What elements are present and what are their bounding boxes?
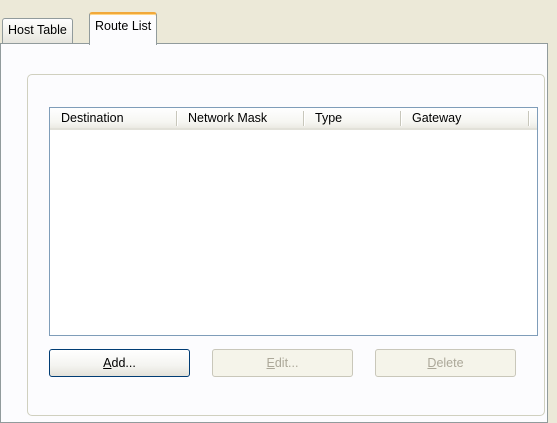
add-button[interactable]: Add... xyxy=(49,349,190,377)
route-list-view[interactable]: Destination Network Mask Type Gateway xyxy=(49,107,538,336)
column-header-type[interactable]: Type xyxy=(304,108,401,130)
column-header-label: Type xyxy=(315,111,343,125)
tab-strip: Host Table Route List xyxy=(0,0,557,45)
edit-button-mnemonic: E xyxy=(266,356,275,370)
route-list-body[interactable] xyxy=(50,130,537,335)
add-button-label: dd... xyxy=(111,356,136,370)
column-header-destination[interactable]: Destination xyxy=(50,108,177,130)
tab-route-list[interactable]: Route List xyxy=(89,12,158,45)
delete-button-label: elete xyxy=(436,356,464,370)
route-group-box: Destination Network Mask Type Gateway Ad… xyxy=(27,74,545,416)
column-header-label: Gateway xyxy=(412,111,462,125)
tab-panel-route-list: Destination Network Mask Type Gateway Ad… xyxy=(0,43,548,423)
edit-button[interactable]: Edit... xyxy=(212,349,353,377)
add-button-mnemonic: A xyxy=(103,356,112,370)
column-header-label: Network Mask xyxy=(188,111,268,125)
column-header-network-mask[interactable]: Network Mask xyxy=(177,108,304,130)
column-header-label: Destination xyxy=(61,111,124,125)
delete-button[interactable]: Delete xyxy=(375,349,516,377)
column-header-gateway[interactable]: Gateway xyxy=(401,108,529,130)
route-list-header: Destination Network Mask Type Gateway xyxy=(50,108,537,130)
tab-host-table[interactable]: Host Table xyxy=(2,18,73,44)
column-divider[interactable] xyxy=(528,111,529,126)
edit-button-label: dit... xyxy=(274,356,299,370)
